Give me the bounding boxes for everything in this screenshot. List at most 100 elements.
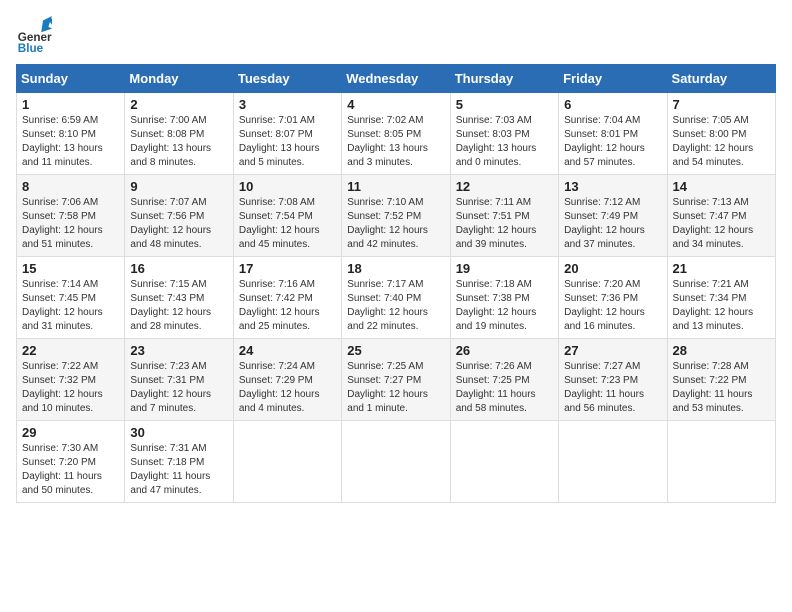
sunset-label: Sunset:	[22, 129, 59, 140]
sunset-value: 7:58 PM	[59, 211, 96, 222]
day-number: 29	[22, 425, 119, 440]
sunset-label: Sunset:	[347, 129, 384, 140]
day-info: Sunrise: 7:07 AM Sunset: 7:56 PM Dayligh…	[130, 196, 227, 252]
day-info: Sunrise: 7:01 AM Sunset: 8:07 PM Dayligh…	[239, 114, 336, 170]
calendar-table: SundayMondayTuesdayWednesdayThursdayFrid…	[16, 64, 776, 503]
sunset-value: 7:32 PM	[59, 375, 96, 386]
col-header-monday: Monday	[125, 65, 233, 93]
sunset-label: Sunset:	[130, 375, 167, 386]
sunrise-value: 7:30 AM	[61, 443, 98, 454]
day-number: 17	[239, 261, 336, 276]
sunset-label: Sunset:	[22, 293, 59, 304]
sunrise-value: 6:59 AM	[61, 115, 98, 126]
sunrise-label: Sunrise:	[564, 279, 603, 290]
daylight-label: Daylight:	[347, 225, 389, 236]
sunset-label: Sunset:	[347, 211, 384, 222]
calendar-week-row: 15 Sunrise: 7:14 AM Sunset: 7:45 PM Dayl…	[17, 257, 776, 339]
sunrise-value: 7:00 AM	[170, 115, 207, 126]
day-info: Sunrise: 7:18 AM Sunset: 7:38 PM Dayligh…	[456, 278, 553, 334]
sunset-value: 8:00 PM	[709, 129, 746, 140]
sunset-label: Sunset:	[673, 129, 710, 140]
sunrise-value: 7:07 AM	[170, 197, 207, 208]
sunset-label: Sunset:	[564, 211, 601, 222]
calendar-day-cell: 24 Sunrise: 7:24 AM Sunset: 7:29 PM Dayl…	[233, 339, 341, 421]
sunset-label: Sunset:	[456, 293, 493, 304]
daylight-label: Daylight:	[130, 471, 172, 482]
sunrise-label: Sunrise:	[564, 197, 603, 208]
day-info: Sunrise: 7:22 AM Sunset: 7:32 PM Dayligh…	[22, 360, 119, 416]
sunrise-value: 7:10 AM	[387, 197, 424, 208]
sunset-value: 8:08 PM	[167, 129, 204, 140]
day-info: Sunrise: 7:04 AM Sunset: 8:01 PM Dayligh…	[564, 114, 661, 170]
calendar-week-row: 1 Sunrise: 6:59 AM Sunset: 8:10 PM Dayli…	[17, 93, 776, 175]
logo-icon: General Blue	[16, 16, 52, 52]
sunrise-value: 7:16 AM	[278, 279, 315, 290]
sunset-value: 7:47 PM	[709, 211, 746, 222]
sunrise-label: Sunrise:	[130, 279, 169, 290]
day-number: 26	[456, 343, 553, 358]
calendar-day-cell: 9 Sunrise: 7:07 AM Sunset: 7:56 PM Dayli…	[125, 175, 233, 257]
sunset-value: 7:54 PM	[276, 211, 313, 222]
sunset-label: Sunset:	[456, 129, 493, 140]
sunrise-value: 7:14 AM	[61, 279, 98, 290]
sunrise-value: 7:26 AM	[495, 361, 532, 372]
sunset-label: Sunset:	[347, 293, 384, 304]
day-number: 20	[564, 261, 661, 276]
sunset-label: Sunset:	[564, 375, 601, 386]
sunset-label: Sunset:	[239, 293, 276, 304]
sunrise-value: 7:08 AM	[278, 197, 315, 208]
sunset-label: Sunset:	[673, 211, 710, 222]
day-info: Sunrise: 7:08 AM Sunset: 7:54 PM Dayligh…	[239, 196, 336, 252]
sunrise-value: 7:05 AM	[712, 115, 749, 126]
sunrise-value: 7:18 AM	[495, 279, 532, 290]
sunset-label: Sunset:	[130, 293, 167, 304]
sunrise-label: Sunrise:	[456, 197, 495, 208]
daylight-label: Daylight:	[130, 307, 172, 318]
col-header-friday: Friday	[559, 65, 667, 93]
calendar-day-cell: 29 Sunrise: 7:30 AM Sunset: 7:20 PM Dayl…	[17, 421, 125, 503]
sunset-value: 8:01 PM	[601, 129, 638, 140]
daylight-label: Daylight:	[239, 225, 281, 236]
sunset-value: 8:10 PM	[59, 129, 96, 140]
calendar-day-cell: 18 Sunrise: 7:17 AM Sunset: 7:40 PM Dayl…	[342, 257, 450, 339]
daylight-label: Daylight:	[347, 143, 389, 154]
day-number: 19	[456, 261, 553, 276]
sunset-value: 7:18 PM	[167, 457, 204, 468]
sunset-value: 7:38 PM	[492, 293, 529, 304]
sunset-label: Sunset:	[130, 129, 167, 140]
day-number: 8	[22, 179, 119, 194]
day-number: 9	[130, 179, 227, 194]
calendar-day-cell: 7 Sunrise: 7:05 AM Sunset: 8:00 PM Dayli…	[667, 93, 775, 175]
daylight-label: Daylight:	[456, 389, 498, 400]
day-number: 10	[239, 179, 336, 194]
sunrise-label: Sunrise:	[22, 443, 61, 454]
daylight-label: Daylight:	[22, 307, 64, 318]
calendar-week-row: 29 Sunrise: 7:30 AM Sunset: 7:20 PM Dayl…	[17, 421, 776, 503]
day-number: 5	[456, 97, 553, 112]
sunset-value: 7:22 PM	[709, 375, 746, 386]
day-number: 3	[239, 97, 336, 112]
calendar-week-row: 8 Sunrise: 7:06 AM Sunset: 7:58 PM Dayli…	[17, 175, 776, 257]
day-info: Sunrise: 7:13 AM Sunset: 7:47 PM Dayligh…	[673, 196, 770, 252]
sunrise-value: 7:13 AM	[712, 197, 749, 208]
day-number: 2	[130, 97, 227, 112]
sunrise-label: Sunrise:	[673, 361, 712, 372]
sunset-label: Sunset:	[130, 457, 167, 468]
sunrise-label: Sunrise:	[673, 279, 712, 290]
sunset-value: 7:25 PM	[492, 375, 529, 386]
sunset-label: Sunset:	[130, 211, 167, 222]
calendar-day-cell: 22 Sunrise: 7:22 AM Sunset: 7:32 PM Dayl…	[17, 339, 125, 421]
sunset-label: Sunset:	[673, 293, 710, 304]
sunset-label: Sunset:	[22, 211, 59, 222]
day-info: Sunrise: 7:24 AM Sunset: 7:29 PM Dayligh…	[239, 360, 336, 416]
sunset-value: 7:52 PM	[384, 211, 421, 222]
logo: General Blue	[16, 16, 60, 52]
sunset-label: Sunset:	[347, 375, 384, 386]
col-header-sunday: Sunday	[17, 65, 125, 93]
day-number: 13	[564, 179, 661, 194]
calendar-day-cell: 19 Sunrise: 7:18 AM Sunset: 7:38 PM Dayl…	[450, 257, 558, 339]
calendar-day-cell: 20 Sunrise: 7:20 AM Sunset: 7:36 PM Dayl…	[559, 257, 667, 339]
sunset-value: 7:56 PM	[167, 211, 204, 222]
sunset-label: Sunset:	[239, 129, 276, 140]
day-info: Sunrise: 7:26 AM Sunset: 7:25 PM Dayligh…	[456, 360, 553, 416]
